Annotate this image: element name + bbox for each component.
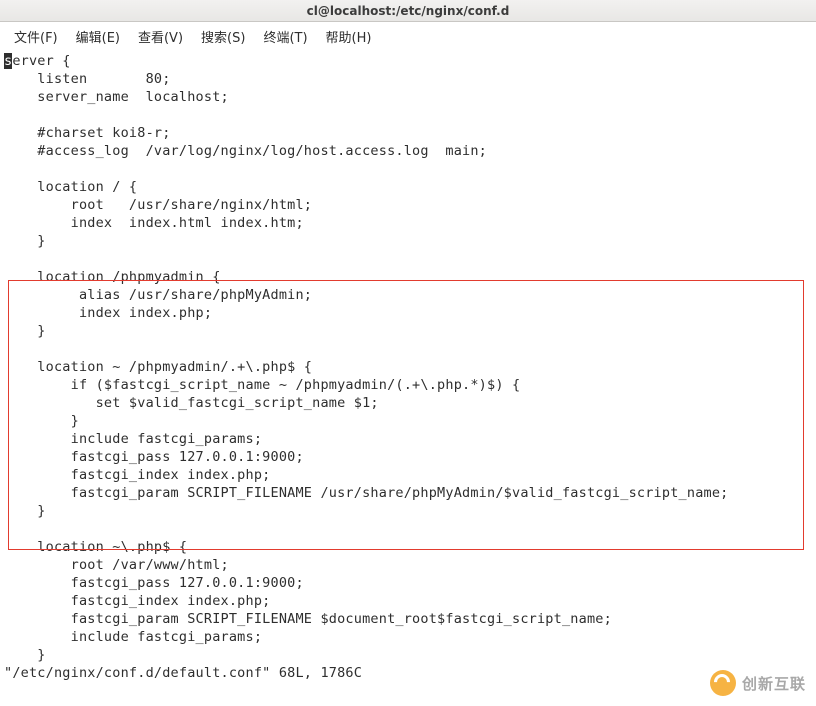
window-title: cl@localhost:/etc/nginx/conf.d [307,4,510,18]
menu-view[interactable]: 查看(V) [130,23,191,50]
watermark: 创新互联 [710,670,806,696]
menubar: 文件(F) 编辑(E) 查看(V) 搜索(S) 终端(T) 帮助(H) [0,22,816,50]
menu-edit[interactable]: 编辑(E) [68,23,128,50]
menu-file[interactable]: 文件(F) [6,23,66,50]
watermark-icon [710,670,736,696]
menu-terminal[interactable]: 终端(T) [255,23,315,50]
terminal-cursor: s [4,53,12,69]
watermark-text: 创新互联 [742,673,806,694]
window-titlebar: cl@localhost:/etc/nginx/conf.d [0,0,816,22]
terminal-content[interactable]: server { listen 80; server_name localhos… [0,50,816,686]
menu-help[interactable]: 帮助(H) [318,23,380,50]
menu-search[interactable]: 搜索(S) [193,23,253,50]
